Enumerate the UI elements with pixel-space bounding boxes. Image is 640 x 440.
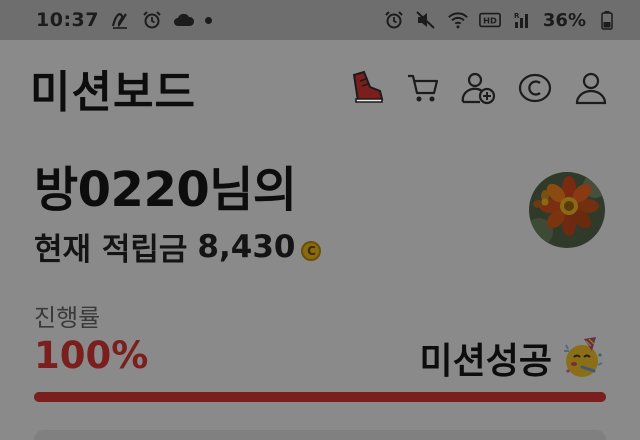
avatar[interactable] [529,172,605,248]
mission-status: 미션성공 [420,332,606,384]
cart-icon[interactable] [404,69,442,107]
coin-c-icon[interactable] [516,69,554,107]
progress-percent: 100% [34,334,149,377]
status-bar-right: HD R 36% [383,9,618,31]
status-bar-left: 10:37 [36,9,212,31]
signal-icon: R [511,9,533,31]
sneaker-icon[interactable] [348,69,386,107]
notification-dot-icon [204,16,212,24]
progress-bar [34,392,606,402]
header-actions [348,69,610,107]
status-time: 10:37 [36,9,99,31]
signature-icon [109,9,131,31]
hd-icon: HD [478,9,501,31]
add-friend-icon[interactable] [460,69,498,107]
battery-percent: 36% [542,9,586,31]
content-card [34,430,606,440]
mute-icon [415,9,437,31]
wifi-icon [447,9,469,31]
mission-status-text: 미션성공 [419,341,552,382]
progress-label: 진행률 [34,304,101,332]
points-summary: 현재 적립금 8,430 C [34,224,322,269]
alarm-icon [141,9,163,31]
party-face-icon [560,335,606,381]
flower-photo-icon [529,172,605,248]
points-value: 8,430 [197,228,296,265]
points-label: 현재 적립금 [34,232,188,268]
cloud-icon [173,9,195,31]
app-header: 미션보드 [0,40,640,136]
profile-icon[interactable] [572,69,610,107]
status-bar: 10:37 HD R 36% [0,0,640,40]
svg-text:R: R [514,12,520,20]
user-greeting: 방0220님의 [34,162,297,218]
page-title: 미션보드 [30,67,196,118]
coin-icon: C [301,240,322,261]
progress-bar-fill [34,392,606,402]
battery-icon [596,9,618,31]
alarm-icon [383,9,405,31]
svg-text:HD: HD [483,16,497,26]
